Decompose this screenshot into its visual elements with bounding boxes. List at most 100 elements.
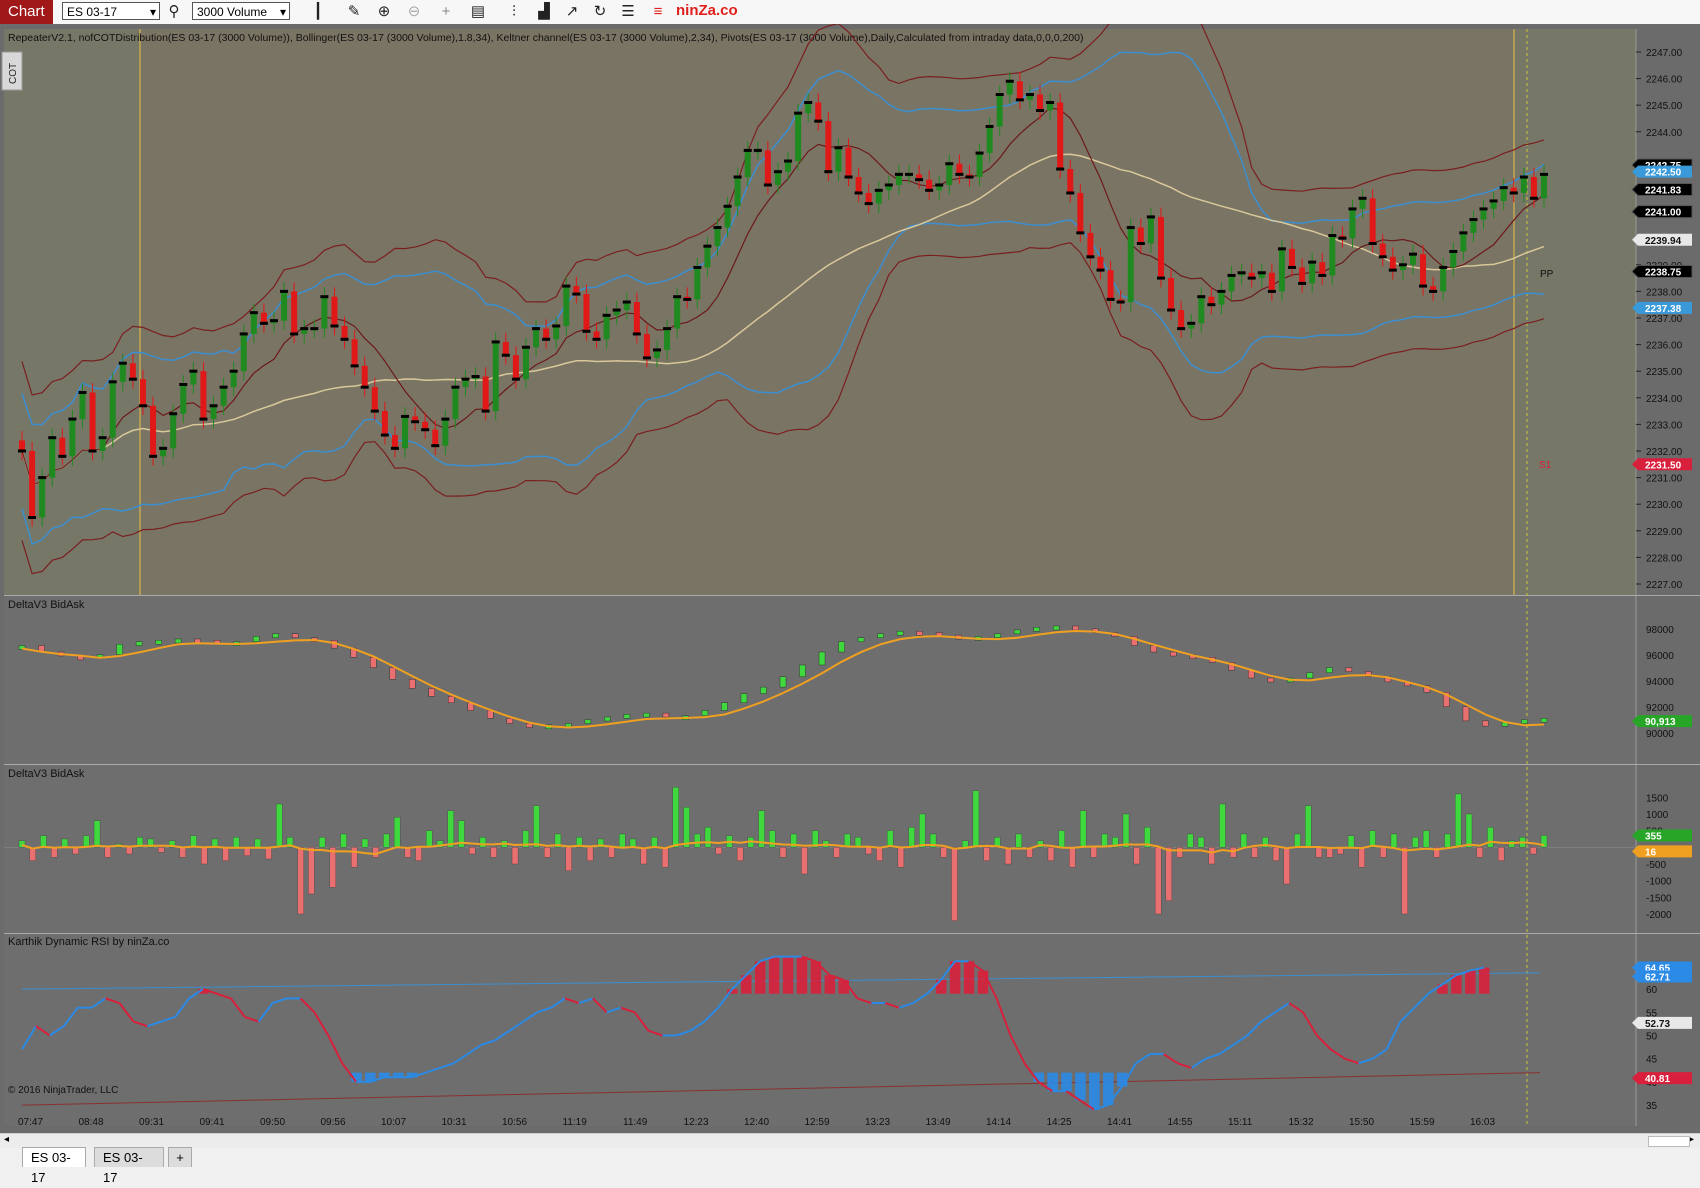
poc-marker <box>1479 207 1488 211</box>
poc-marker <box>1429 289 1438 293</box>
candle-body <box>180 384 187 414</box>
zoom-out-icon[interactable]: ⊖ <box>404 2 424 22</box>
rsi-oversold-fill <box>1089 1072 1100 1110</box>
delta-bar <box>962 840 969 848</box>
delta-candle <box>1170 651 1177 657</box>
delta-bar <box>1058 830 1065 848</box>
rsi-marker-label: 52.73 <box>1645 1019 1670 1030</box>
candle-body <box>643 333 650 358</box>
delta-bar <box>983 847 990 861</box>
horizontal-scrollbar[interactable]: ◂ ▸ <box>0 1133 1700 1148</box>
poc-marker <box>1338 236 1347 240</box>
data-box-icon[interactable]: ▤ <box>468 2 488 22</box>
poc-marker <box>723 204 732 208</box>
chart-style-icon[interactable]: ⫶ <box>504 2 524 22</box>
add-tab-icon[interactable]: + <box>168 1147 192 1167</box>
price-tick-label: 2231.00 <box>1646 474 1683 485</box>
instrument-icon[interactable]: ▟ <box>534 2 554 22</box>
delta-bar <box>1347 835 1355 848</box>
price-tick-label: 2233.00 <box>1646 420 1683 431</box>
candle-body <box>522 347 529 380</box>
candle-body <box>1147 216 1154 244</box>
poc-marker <box>179 382 188 386</box>
candle-body <box>1097 256 1104 271</box>
scroll-thumb[interactable] <box>1648 1136 1690 1147</box>
candle-body <box>1329 235 1336 276</box>
poc-marker <box>340 337 349 341</box>
candle-body <box>119 363 126 382</box>
price-tick-label: 2235.00 <box>1646 367 1683 378</box>
poc-marker <box>98 436 107 440</box>
candle-body <box>1037 94 1044 111</box>
delta-candle <box>291 633 299 638</box>
rsi-tick-label: 50 <box>1646 1032 1658 1043</box>
chart-canvas[interactable]: RepeaterV2.1, nofCOTDistribution(ES 03-1… <box>0 24 1700 1133</box>
poc-marker <box>1439 265 1448 269</box>
rsi-tick-label: 60 <box>1646 985 1658 996</box>
poc-marker <box>461 377 470 381</box>
tab-es-03-17-active[interactable]: ES 03-17 <box>22 1147 86 1185</box>
delta-bar <box>779 847 787 858</box>
candle-body <box>1168 278 1175 311</box>
rsi-overbought-fill <box>838 979 850 994</box>
candle-body <box>734 177 741 207</box>
zoom-in-icon[interactable]: ⊕ <box>374 2 394 22</box>
price-marker-label: 2241.83 <box>1645 186 1682 197</box>
delta-bar <box>1401 847 1408 915</box>
candle-body <box>170 413 177 449</box>
tab-es-03-17[interactable]: ES 03-17 <box>94 1147 164 1185</box>
delta-bar <box>908 827 915 848</box>
delta-bar-tick-label: 1500 <box>1646 793 1669 804</box>
price-marker-label: 2239.94 <box>1645 236 1682 247</box>
poc-marker <box>249 311 258 315</box>
draw-icon[interactable]: ✎ <box>344 2 364 22</box>
properties-icon[interactable]: ☰ <box>618 2 638 22</box>
poc-marker <box>814 119 823 123</box>
candle-body <box>341 325 348 340</box>
bar-type-selector[interactable]: 3000 Volume ▾ <box>192 2 290 20</box>
poc-marker <box>1167 308 1176 312</box>
candle-body <box>1137 227 1144 244</box>
menu-icon[interactable]: ≡ <box>648 2 668 22</box>
delta-tick-label: 94000 <box>1646 677 1674 688</box>
delta-bar <box>83 835 90 848</box>
poc-marker <box>511 377 520 381</box>
candle-body <box>1087 232 1094 257</box>
strategy-icon[interactable]: ↗ <box>562 2 582 22</box>
poc-marker <box>1227 273 1236 277</box>
delta-candle <box>799 664 806 677</box>
candle-body <box>109 381 116 438</box>
poc-marker <box>894 172 903 176</box>
reload-icon[interactable]: ↻ <box>590 2 610 22</box>
poc-marker <box>562 284 571 288</box>
delta-bar <box>93 820 101 848</box>
instrument-selector[interactable]: ES 03-17 ▾ <box>62 2 160 20</box>
poc-marker <box>78 390 87 394</box>
poc-marker <box>481 409 490 413</box>
candle-body <box>956 163 963 175</box>
bar-style-icon[interactable]: ┃ <box>308 2 328 22</box>
delta-candle <box>994 633 1001 638</box>
delta-candle <box>818 651 826 666</box>
search-icon[interactable]: ⚲ <box>164 2 184 22</box>
poc-marker <box>259 321 268 325</box>
price-marker-label: 2238.75 <box>1645 267 1682 278</box>
candle-body <box>230 371 237 388</box>
poc-marker <box>642 356 651 360</box>
candle-body <box>563 286 570 326</box>
poc-marker <box>743 148 752 152</box>
delta-bar <box>447 810 454 848</box>
delta-bar <box>876 847 883 861</box>
candle-body <box>1359 198 1366 209</box>
poc-marker <box>1368 242 1377 246</box>
delta-candle <box>1345 667 1353 672</box>
candle-body <box>1520 177 1527 193</box>
poc-marker <box>1529 196 1538 200</box>
poc-marker <box>925 188 934 192</box>
poc-marker <box>824 170 833 174</box>
scroll-left-icon[interactable]: ◂ <box>4 1134 9 1145</box>
poc-marker <box>48 436 57 440</box>
crosshair-icon[interactable]: + <box>436 2 456 22</box>
price-tick-label: 2237.00 <box>1646 314 1683 325</box>
chart-label[interactable]: Chart <box>0 0 53 24</box>
